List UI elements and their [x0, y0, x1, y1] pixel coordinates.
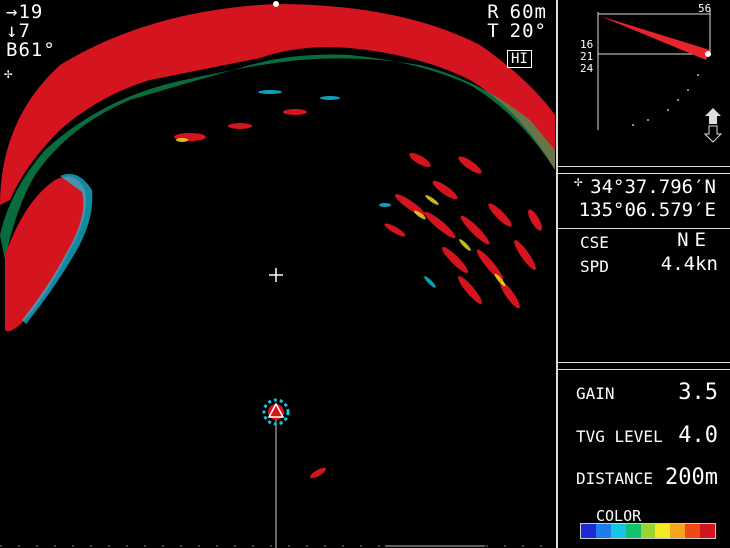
tilt-label: T	[487, 20, 500, 42]
history-beam	[600, 16, 710, 60]
color-swatch	[700, 524, 716, 538]
settings-block: GAIN 3.5 TVG LEVEL 4.0 DISTANCE 200m	[558, 370, 730, 548]
scale-marks: 16 21 24	[580, 39, 593, 75]
color-swatch	[640, 524, 656, 538]
scatter-echoes	[174, 109, 542, 309]
distance-label: DISTANCE	[576, 469, 654, 488]
advance-arrow-icon	[703, 108, 723, 143]
color-swatch	[670, 524, 686, 538]
side-panel: 56 16 21 24 ✢ 34°37.796′N 135°06.579′E C…	[556, 0, 730, 548]
tvg-level-value[interactable]: 4.0	[678, 423, 718, 448]
tvg-level-label: TVG LEVEL	[576, 427, 663, 446]
gain-label: GAIN	[576, 384, 615, 403]
divider	[558, 362, 730, 370]
color-swatch	[625, 524, 641, 538]
hud-right: R 60m T 20°	[487, 3, 547, 41]
cse-label: CSE	[580, 233, 609, 252]
history-minimap: 56 16 21 24	[558, 0, 730, 168]
scale-top: 56	[698, 2, 712, 15]
distance-value[interactable]: 200m	[665, 465, 718, 490]
color-swatch	[581, 524, 596, 538]
cursor-cross-icon	[269, 268, 283, 282]
nav-block: CSE NE SPD 4.4kn	[558, 229, 730, 364]
sonar-display[interactable]: →19 ↓7 B61° ✢ R 60m T 20° HI	[0, 0, 555, 548]
gain-value[interactable]: 3.5	[678, 380, 718, 405]
mode-badge[interactable]: HI	[507, 50, 532, 68]
target-echo	[310, 467, 326, 479]
tilt-value: 20°	[509, 20, 547, 42]
hud-left: →19 ↓7 B61°	[6, 3, 56, 60]
position-block: ✢ 34°37.796′N 135°06.579′E	[558, 172, 730, 228]
color-swatch	[595, 524, 611, 538]
cse-value: NE	[677, 229, 712, 251]
minimap-svg	[597, 8, 723, 143]
color-scale-bar[interactable]	[580, 523, 716, 539]
position-icon: ✢	[574, 174, 583, 190]
tilt-readout: B61°	[6, 39, 56, 61]
longitude-value: 135°06.579′E	[578, 199, 716, 221]
spd-value: 4.4kn	[660, 253, 718, 275]
cursor-icon: ✢	[4, 66, 13, 82]
spd-label: SPD	[580, 257, 609, 276]
color-swatch	[685, 524, 701, 538]
color-swatch	[655, 524, 671, 538]
scale-mark: 24	[580, 62, 594, 75]
color-swatch	[610, 524, 626, 538]
seabed-echo-band	[0, 4, 555, 205]
scatter-echo-weak	[258, 90, 436, 288]
latitude-value: 34°37.796′N	[590, 176, 716, 198]
sonar-echo-canvas	[0, 1, 555, 548]
